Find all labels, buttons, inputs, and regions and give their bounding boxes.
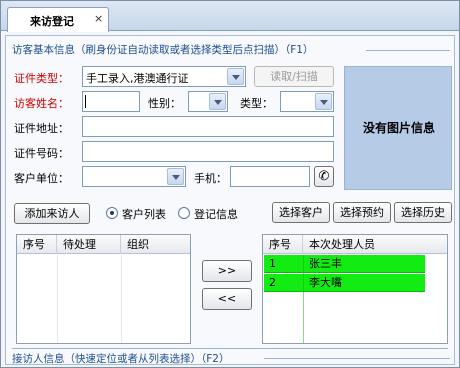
tab-bar: 来访登记 × (1, 1, 459, 32)
select-reservation-button[interactable]: 选择预约 (333, 202, 391, 223)
move-right-button[interactable]: >> (202, 260, 252, 282)
grid-header: 序号 本次处理人员 (263, 235, 447, 254)
column-divider (303, 255, 304, 343)
row-staff-name: 李大嘴 (309, 276, 342, 289)
visitor-name-input[interactable] (82, 91, 140, 112)
column-header[interactable]: 本次处理人员 (303, 235, 447, 254)
radio-customer-list[interactable] (106, 207, 118, 219)
gender-select[interactable] (188, 91, 228, 112)
chevron-down-icon[interactable] (209, 93, 226, 110)
chevron-down-icon[interactable] (167, 168, 184, 185)
add-visitor-button[interactable]: 添加来访人 (14, 203, 90, 224)
column-header[interactable]: 组织 (121, 235, 190, 254)
id-address-input[interactable] (82, 116, 334, 137)
text-cursor (85, 95, 86, 108)
type-label: 类型： (240, 97, 273, 110)
row-index: 2 (269, 276, 276, 289)
phone-label: 手机： (194, 172, 227, 185)
photo-placeholder: 没有图片信息 (344, 66, 452, 190)
column-header[interactable]: 序号 (263, 235, 303, 254)
column-header[interactable]: 待处理 (57, 235, 121, 254)
host-section-title: 接访人信息（快速定位或者从列表选择）（F2） (12, 353, 230, 365)
grid-header: 序号 待处理 组织 (17, 235, 190, 254)
phone-icon[interactable]: ✆ (314, 166, 334, 187)
id-type-value: 手工录入,港澳通行证 (86, 72, 189, 85)
phone-input[interactable] (230, 166, 310, 187)
move-left-button[interactable]: << (202, 288, 252, 310)
radio-registration-info[interactable] (178, 207, 190, 219)
id-type-label: 证件类型： (14, 72, 69, 85)
no-photo-text: 没有图片信息 (362, 121, 435, 135)
section-divider (366, 50, 450, 51)
column-header[interactable]: 序号 (17, 235, 57, 254)
id-number-input[interactable] (82, 141, 334, 162)
gender-label: 性别： (148, 97, 181, 110)
type-select[interactable] (280, 91, 334, 112)
select-history-button[interactable]: 选择历史 (394, 202, 452, 223)
company-label: 客户单位： (14, 172, 69, 185)
table-row[interactable]: 1 张三丰 (264, 255, 425, 273)
company-select[interactable] (82, 166, 186, 187)
chevron-down-icon[interactable] (315, 93, 332, 110)
read-scan-button[interactable]: 读取/扫描 (254, 66, 334, 87)
row-index: 1 (269, 257, 276, 270)
id-number-label: 证件号码： (14, 147, 69, 160)
id-address-label: 证件地址： (14, 122, 69, 135)
main-panel: 访客基本信息（刷身份证自动读取或者选择类型后点扫描）（F1） 证件类型： 手工录… (5, 35, 455, 365)
tab-label: 来访登记 (30, 15, 74, 28)
pending-list-grid[interactable]: 序号 待处理 组织 (16, 234, 191, 344)
visitor-name-label: 访客姓名： (14, 97, 69, 110)
window: 来访登记 × 访客基本信息（刷身份证自动读取或者选择类型后点扫描）（F1） 证件… (0, 0, 460, 368)
chevron-down-icon[interactable] (227, 68, 244, 85)
id-type-select[interactable]: 手工录入,港澳通行证 (82, 66, 246, 87)
visitor-section-title: 访客基本信息（刷身份证自动读取或者选择类型后点扫描）（F1） (12, 44, 314, 56)
tab-visit-registration[interactable]: 来访登记 × (7, 7, 109, 32)
table-row[interactable]: 2 李大嘴 (264, 274, 425, 292)
close-icon[interactable]: × (94, 12, 103, 25)
handled-staff-grid[interactable]: 序号 本次处理人员 1 张三丰 2 李大嘴 (262, 234, 448, 344)
column-divider (57, 255, 58, 343)
radio-registration-info-label[interactable]: 登记信息 (194, 206, 238, 222)
section-divider (264, 358, 450, 359)
radio-customer-list-label[interactable]: 客户列表 (122, 206, 166, 222)
select-customer-button[interactable]: 选择客户 (272, 202, 330, 223)
section-divider (12, 348, 448, 349)
column-divider (121, 255, 122, 343)
row-staff-name: 张三丰 (309, 257, 342, 270)
